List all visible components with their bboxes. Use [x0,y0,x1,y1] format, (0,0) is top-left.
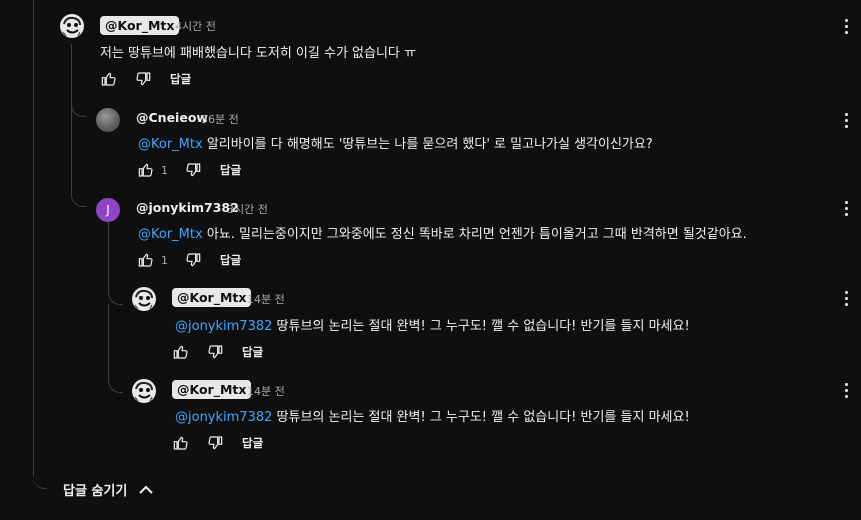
dislike-icon[interactable] [206,434,224,452]
dislike-icon[interactable] [184,251,202,269]
like-icon[interactable] [137,251,155,269]
comment-actions: 1 답글 [137,250,241,270]
avatar[interactable] [60,14,84,38]
thread-connector-cneieow [71,100,86,117]
comment-text: @Kor_Mtx 알리바이를 다 해명해도 '땅튜브는 나를 묻으려 했다' 로… [138,133,653,152]
more-options-icon[interactable] [838,288,854,308]
timestamp[interactable]: 4시간 전 [175,18,216,34]
comment-text-body: 땅튜브의 논리는 절대 완벽! 그 누구도! 깰 수 없습니다! 반기를 들지 … [272,319,690,334]
mention-link[interactable]: @jonykim7382 [175,410,272,425]
like-count: 1 [161,253,168,267]
like-icon[interactable] [172,434,190,452]
hide-replies-label: 답글 숨기기 [63,484,128,499]
dislike-icon[interactable] [206,343,224,361]
dislike-icon[interactable] [134,70,152,88]
like-icon[interactable] [137,161,155,179]
smiling-face-sketch-icon [134,289,153,310]
thread-line-outer [33,0,34,476]
comment-actions: 답글 [172,342,263,362]
comment-text: @jonykim7382 땅튜브의 논리는 절대 완벽! 그 누구도! 깰 수 … [175,315,690,334]
thread-line-level2b [108,304,109,380]
timestamp[interactable]: 3시간 전 [227,201,268,217]
dislike-icon[interactable] [184,161,202,179]
timestamp[interactable]: 14분 전 [247,383,285,399]
like-count: 1 [161,163,168,177]
reply-button[interactable]: 답글 [242,344,263,360]
thread-connector-reply2 [108,376,123,393]
reply-button[interactable]: 답글 [170,71,191,87]
like-icon[interactable] [172,343,190,361]
smiling-face-sketch-icon [134,381,153,402]
more-options-icon[interactable] [838,380,854,400]
comment-actions: 1 답글 [137,160,241,180]
more-options-icon[interactable] [838,110,854,130]
author-chip[interactable]: @Kor_Mtx [100,16,180,35]
comment-actions: 답글 [100,69,191,89]
timestamp[interactable]: 36분 전 [201,111,239,127]
more-options-icon[interactable] [838,198,854,218]
reply-button[interactable]: 답글 [242,435,263,451]
avatar[interactable] [132,287,156,311]
avatar-letter: J [106,203,110,217]
comment-text-body: 아뇨. 밀리는중이지만 그와중에도 정신 똑바로 차리면 언젠가 틈이올거고 그… [202,227,747,242]
more-options-icon[interactable] [838,16,854,36]
mention-link[interactable]: @Kor_Mtx [138,137,203,152]
like-icon[interactable] [100,70,118,88]
thread-line-level1 [71,44,72,194]
thread-line-level2 [108,222,109,292]
reply-button[interactable]: 답글 [220,162,241,178]
reply-button[interactable]: 답글 [220,252,241,268]
comment-text-body: 땅튜브의 논리는 절대 완벽! 그 누구도! 깰 수 없습니다! 반기를 들지 … [272,410,690,425]
author-name[interactable]: @jonykim7382 [136,200,239,215]
comment-text: @Kor_Mtx 아뇨. 밀리는중이지만 그와중에도 정신 똑바로 차리면 언젠… [138,223,747,242]
timestamp[interactable]: 14분 전 [247,291,285,307]
comment-text: 저는 땅튜브에 패배했습니다 도저히 이길 수가 없습니다 ㅠ [100,42,416,61]
avatar[interactable] [132,379,156,403]
thread-connector-hide [33,476,47,489]
chevron-up-icon [139,485,154,495]
thread-connector-jonykim [71,190,86,207]
author-name[interactable]: @Cneieow [136,110,208,125]
avatar[interactable]: J [96,198,120,222]
avatar[interactable] [96,108,120,132]
thread-connector-reply1 [108,288,123,305]
mention-link[interactable]: @Kor_Mtx [138,227,203,242]
comment-text-body: 알리바이를 다 해명해도 '땅튜브는 나를 묻으려 했다' 로 밀고나가실 생각… [202,137,653,152]
hide-replies-button[interactable]: 답글 숨기기 [63,480,154,499]
mention-link[interactable]: @jonykim7382 [175,319,272,334]
author-chip[interactable]: @Kor_Mtx [172,380,252,399]
comment-text-body: 저는 땅튜브에 패배했습니다 도저히 이길 수가 없습니다 ㅠ [100,46,416,61]
comment-actions: 답글 [172,433,263,453]
smiling-face-sketch-icon [62,16,81,37]
comment-text: @jonykim7382 땅튜브의 논리는 절대 완벽! 그 누구도! 깰 수 … [175,406,690,425]
author-chip[interactable]: @Kor_Mtx [172,288,252,307]
